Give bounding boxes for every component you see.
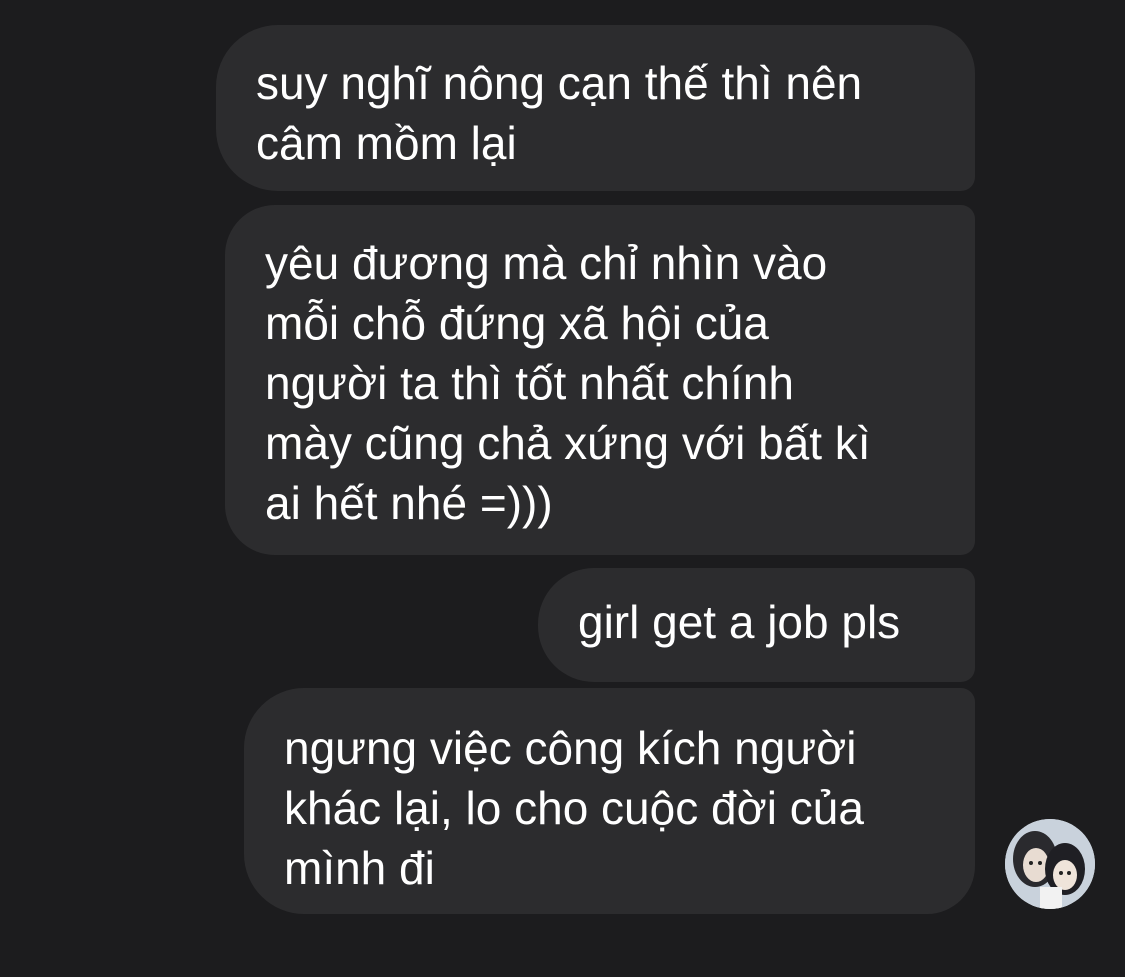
message-bubble[interactable]: suy nghĩ nông cạn thế thì nên câm mồm lạ… [216,25,975,191]
message-bubble[interactable]: ngưng việc công kích người khác lại, lo … [244,688,975,914]
avatar-photo-icon [1005,819,1095,909]
message-bubble[interactable]: girl get a job pls [538,568,975,682]
avatar[interactable] [1005,819,1095,909]
message-bubble[interactable]: yêu đương mà chỉ nhìn vào mỗi chỗ đứng x… [225,205,975,555]
message-thread: suy nghĩ nông cạn thế thì nên câm mồm lạ… [0,0,1125,977]
